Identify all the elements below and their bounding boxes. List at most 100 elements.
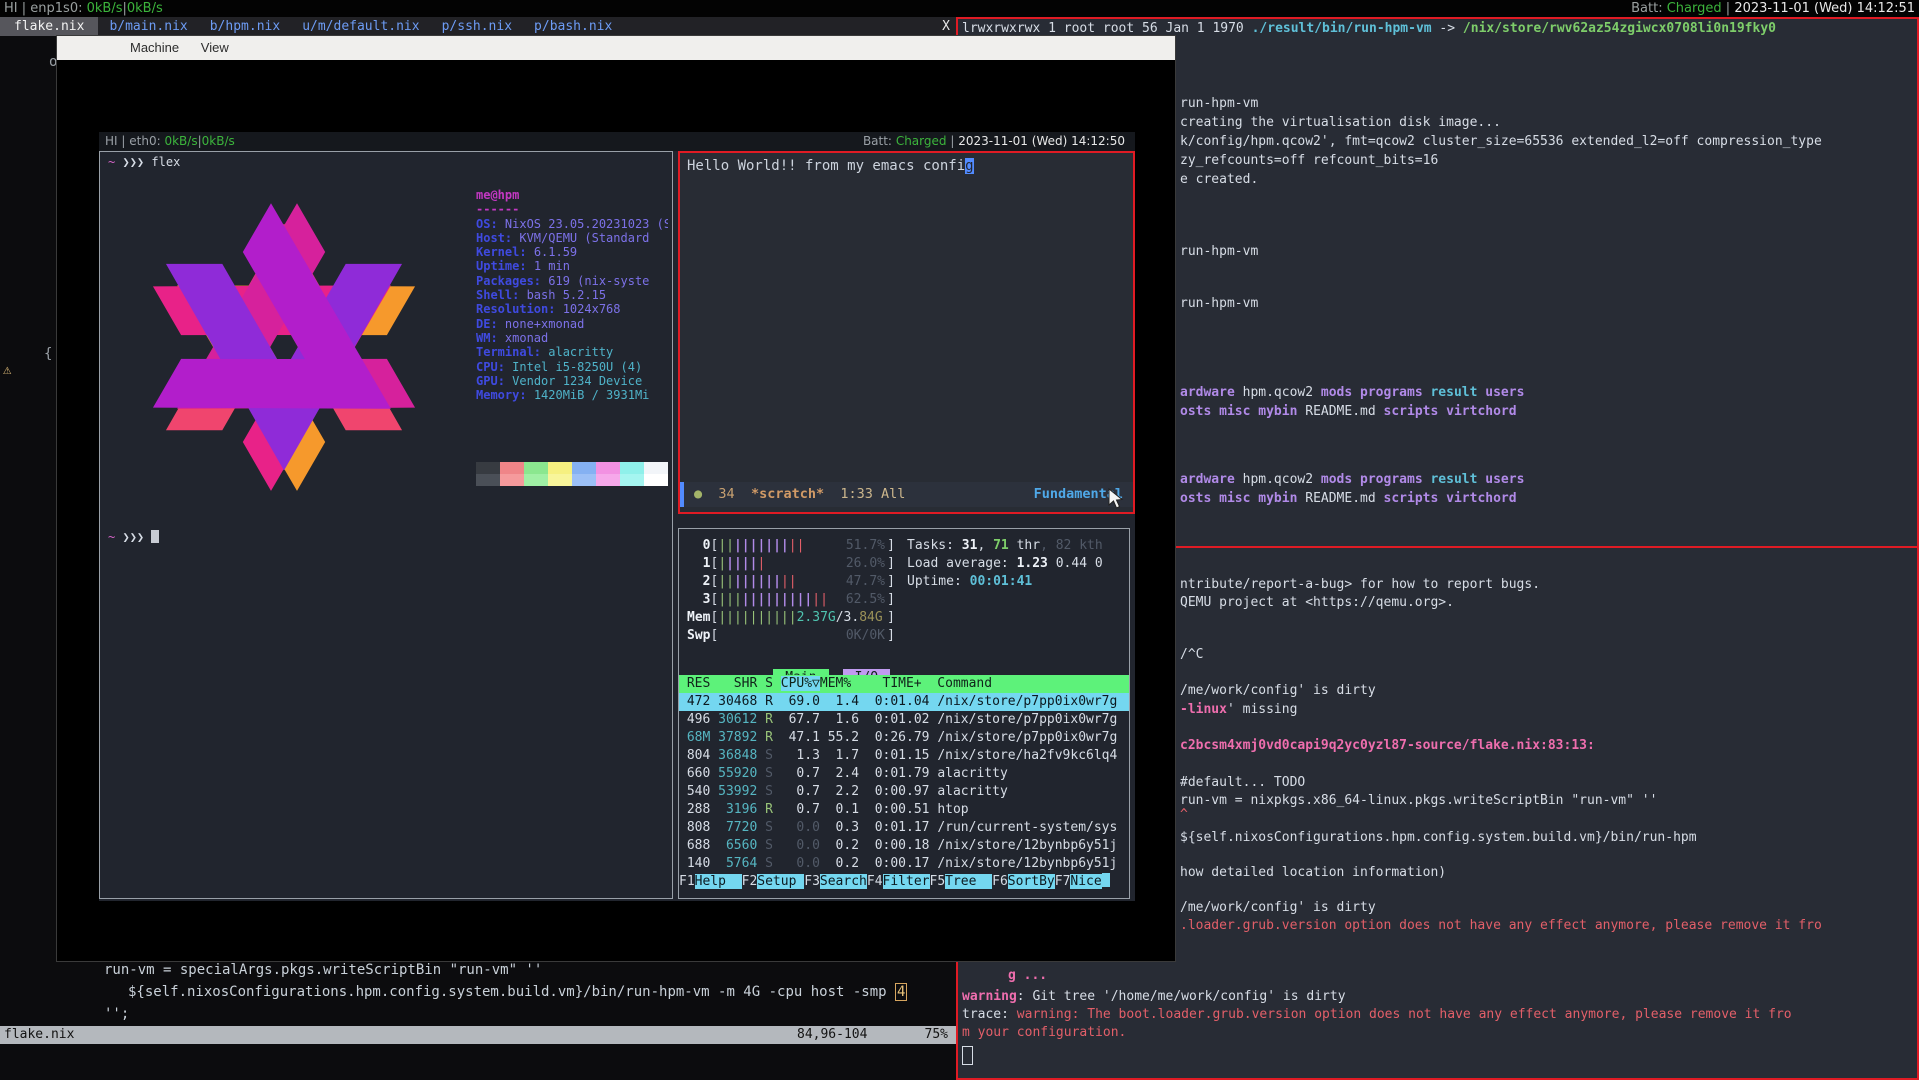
- fkey-button-help[interactable]: Help: [695, 874, 742, 889]
- mouse-cursor: [1108, 488, 1124, 510]
- tab-ssh-nix[interactable]: p/ssh.nix: [431, 17, 523, 36]
- terminal-line: /me/work/config' is dirty: [1180, 900, 1376, 915]
- palette-swatch: [572, 474, 596, 486]
- htop-process-row[interactable]: 804 36848 S 1.3 1.7 0:01.15 /nix/store/h…: [679, 747, 1129, 765]
- terminal-line: /^C: [1180, 647, 1203, 662]
- vm-terminal-pane[interactable]: ~ ❯❯❯ flex me@hpm------OS: NixOS 23.05.2…: [99, 151, 673, 899]
- neofetch-entry: WM: xmonad: [476, 331, 668, 345]
- terminal-line: warning: Git tree '/home/me/work/config'…: [962, 989, 1346, 1004]
- fkey-button-search[interactable]: Search: [820, 874, 867, 889]
- htop-process-row[interactable]: 540 53992 S 0.7 2.2 0:00.97 alacritty: [679, 783, 1129, 801]
- htop-process-row[interactable]: 472 30468 R 69.0 1.4 0:01.04 /nix/store/…: [679, 693, 1129, 711]
- neofetch-entry: CPU: Intel i5-8250U (4): [476, 360, 668, 374]
- fkey-button-nice[interactable]: Nice: [1070, 874, 1101, 889]
- vm-emacs-pane[interactable]: Hello World!! from my emacs config ● 34 …: [678, 151, 1135, 514]
- terminal-line: osts misc mybin README.md scripts virtch…: [1180, 491, 1517, 506]
- terminal-line: e created.: [1180, 172, 1258, 187]
- palette-swatch: [548, 462, 572, 474]
- fkey-button-tree[interactable]: Tree: [945, 874, 992, 889]
- htop-info-line: Tasks: 31, 71 thr, 82 kth: [907, 537, 1103, 555]
- htop-process-row[interactable]: 688 6560 S 0.0 0.2 0:00.18 /nix/store/12…: [679, 837, 1129, 855]
- htop-process-row[interactable]: 660 55920 S 0.7 2.4 0:01.79 alacritty: [679, 765, 1129, 783]
- htop-process-row[interactable]: 140 5764 S 0.0 0.2 0:00.17 /nix/store/12…: [679, 855, 1129, 873]
- neofetch-entry: DE: none+xmonad: [476, 317, 668, 331]
- fkey: F2: [742, 874, 758, 889]
- palette-swatch: [500, 474, 524, 486]
- host-status-bar: HI | enp1s0: 0kB/s|0kB/s Batt: Charged |…: [0, 0, 1919, 17]
- fkey: F6: [992, 874, 1008, 889]
- menu-view[interactable]: View: [192, 36, 238, 60]
- neofetch-info: me@hpm------OS: NixOS 23.05.20231023 (St…: [476, 188, 668, 402]
- qemu-window[interactable]: Machine View HI | eth0: 0kB/s|0kB/s Batt…: [56, 35, 1176, 962]
- terminal-line: c2bcsm4xmj0vd0capi9q2yc0yzl87-source/fla…: [1180, 738, 1595, 753]
- fkey-button-sortby[interactable]: SortBy: [1008, 874, 1055, 889]
- desktop: HI | enp1s0: 0kB/s|0kB/s Batt: Charged |…: [0, 0, 1919, 1080]
- tab-hpm-nix[interactable]: b/hpm.nix: [199, 17, 291, 36]
- palette-swatch: [572, 462, 596, 474]
- vim-code-line: run-vm = specialArgs.pkgs.writeScriptBin…: [104, 960, 542, 980]
- htop-function-keys: F1Help F2Setup F3SearchF4FilterF5Tree F6…: [679, 873, 1129, 891]
- palette-swatch: [500, 462, 524, 474]
- terminal-line: ntribute/report-a-bug> for how to report…: [1180, 577, 1540, 592]
- neofetch-entry: Terminal: alacritty: [476, 345, 668, 359]
- vim-code-line: '';: [104, 1004, 129, 1024]
- fkey: F4: [867, 874, 883, 889]
- fkey: F7: [1055, 874, 1071, 889]
- palette-swatch: [620, 462, 644, 474]
- fkey-button-setup[interactable]: Setup: [757, 874, 804, 889]
- vim-scroll-percent: 75%: [925, 1026, 948, 1044]
- vim-ruler: 84,96-104: [797, 1026, 867, 1044]
- htop-process-row[interactable]: 68M 37892 R 47.1 55.2 0:26.79 /nix/store…: [679, 729, 1129, 747]
- htop-process-row[interactable]: 496 30612 R 67.7 1.6 0:01.02 /nix/store/…: [679, 711, 1129, 729]
- modified-indicator-icon: ●: [694, 486, 702, 502]
- neofetch-entry: Packages: 619 (nix-syste: [476, 274, 668, 288]
- vm-screen[interactable]: HI | eth0: 0kB/s|0kB/s Batt: Charged | 2…: [99, 132, 1135, 901]
- terminal-line: ^: [1180, 807, 1188, 822]
- htop-process-row[interactable]: 288 3196 R 0.7 0.1 0:00.51 htop: [679, 801, 1129, 819]
- emacs-buffer-name: *scratch*: [751, 486, 824, 502]
- menu-machine[interactable]: Machine: [121, 36, 188, 60]
- neofetch-entry: Memory: 1420MiB / 3931Mi: [476, 388, 668, 402]
- terminal-line: trace: warning: The boot.loader.grub.ver…: [962, 1007, 1792, 1022]
- palette-swatch: [524, 462, 548, 474]
- host-battery-clock: Batt: Charged | 2023-11-01 (Wed) 14:12:5…: [1631, 0, 1915, 17]
- htop-meter: 0[|||||||||||51.7%]: [687, 537, 895, 555]
- palette-swatch: [476, 462, 500, 474]
- terminal-line: run-hpm-vm: [1180, 244, 1258, 259]
- terminal-line: ardware hpm.qcow2 mods programs result u…: [1180, 385, 1524, 400]
- tab-main-nix[interactable]: b/main.nix: [98, 17, 198, 36]
- neofetch-entry: Host: KVM/QEMU (Standard: [476, 231, 668, 245]
- htop-meter: 2[||||||||||47.7%]: [687, 573, 895, 591]
- fkey: F3: [804, 874, 820, 889]
- htop-info-line: Uptime: 00:01:41: [907, 573, 1032, 591]
- fkey-button-filter[interactable]: Filter: [883, 874, 930, 889]
- tab-bash-nix[interactable]: p/bash.nix: [523, 17, 623, 36]
- terminal-line: run-hpm-vm: [1180, 96, 1258, 111]
- htop-sort-column[interactable]: CPU%▽: [781, 676, 820, 691]
- shell-prompt: ~ ❯❯❯: [108, 530, 159, 544]
- vim-statusline: flake.nix 84,96-104 75%: [0, 1026, 956, 1044]
- vim-filename: flake.nix: [4, 1026, 74, 1044]
- palette-swatch: [476, 474, 500, 486]
- palette-swatch: [596, 474, 620, 486]
- terminal-line: g ...: [1008, 968, 1047, 983]
- terminal-line: ardware hpm.qcow2 mods programs result u…: [1180, 472, 1524, 487]
- terminal-line: creating the virtualisation disk image..…: [1180, 115, 1501, 130]
- qemu-menubar: Machine View: [57, 36, 1175, 60]
- htop-process-row[interactable]: 808 7720 S 0.0 0.3 0:01.17 /run/current-…: [679, 819, 1129, 837]
- tabline-close-icon[interactable]: X: [942, 17, 950, 36]
- htop-table-header[interactable]: RES SHR S CPU%▽MEM% TIME+ Command: [679, 675, 1129, 693]
- fkey: F1: [679, 874, 695, 889]
- palette-swatch: [644, 474, 668, 486]
- terminal-line: QEMU project at <https://qemu.org>.: [1180, 595, 1454, 610]
- tab-flake-nix[interactable]: flake.nix: [0, 17, 98, 36]
- tab-default-nix[interactable]: u/m/default.nix: [291, 17, 430, 36]
- terminal-cursor: [151, 530, 159, 543]
- terminal-line: -linux' missing: [1180, 702, 1297, 717]
- palette-swatch: [596, 462, 620, 474]
- palette-swatch: [548, 474, 572, 486]
- vm-htop-pane[interactable]: 0[|||||||||||51.7%] 1[||||||26.0%] 2[|||…: [678, 528, 1130, 899]
- nixos-logo: [106, 178, 462, 508]
- neofetch-entry: GPU: Vendor 1234 Device: [476, 374, 668, 388]
- vim-tabline: flake.nixb/main.nixb/hpm.nixu/m/default.…: [0, 17, 956, 36]
